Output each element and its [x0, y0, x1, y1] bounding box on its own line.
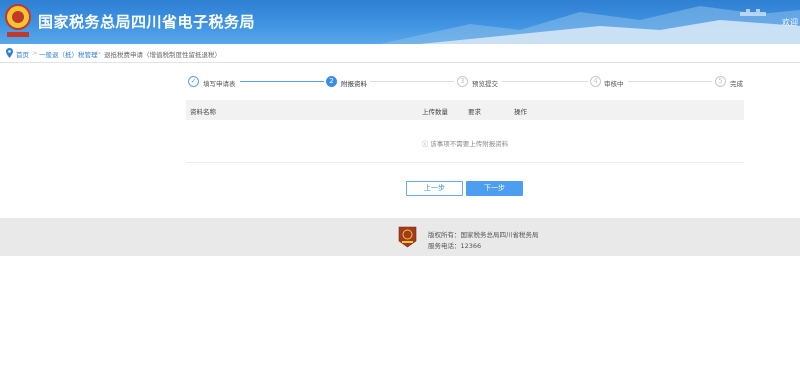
site-footer: 版权所有：国家税务总局四川省税务局 服务电话：12366 [0, 218, 800, 256]
step-connector [240, 81, 324, 82]
step-3-circle: 3 [457, 76, 468, 87]
info-icon: ⓘ [421, 140, 429, 148]
breadcrumb-separator: > [32, 49, 38, 57]
step-connector [628, 81, 712, 82]
step-connector [370, 81, 454, 82]
breadcrumb-separator: > [96, 49, 102, 57]
site-title: 国家税务总局四川省电子税务局 [38, 13, 256, 31]
step-1-label: 填写申请表 [203, 80, 236, 88]
empty-message: 该事项不需要上传附报资料 [430, 140, 509, 148]
step-5-circle: 5 [715, 76, 726, 87]
empty-message-row: ⓘ 该事项不需要上传附报资料 [186, 138, 744, 148]
footer-hotline: 服务电话：12366 [428, 242, 482, 250]
breadcrumb: 首页 > 一般退（抵）税管理 > 退抵税费申请（增值税制度性留抵退税） [0, 44, 800, 63]
progress-steps: ✓ 填写申请表 2 附报资料 3 预览提交 4 审核中 5 完成 [186, 76, 744, 90]
step-2-label: 附报资料 [341, 80, 367, 88]
next-step-button[interactable]: 下一步 [466, 181, 523, 196]
column-header-action: 操作 [514, 108, 527, 116]
column-header-requirement: 要求 [468, 108, 481, 116]
step-2-circle: 2 [326, 76, 337, 87]
step-4-circle: 4 [590, 76, 601, 87]
table-header: 资料名称 上传数量 要求 操作 [186, 100, 744, 120]
breadcrumb-refund-management[interactable]: 一般退（抵）税管理 [39, 49, 98, 59]
footer-copyright: 版权所有：国家税务总局四川省税务局 [428, 231, 539, 239]
column-header-name: 资料名称 [190, 108, 216, 116]
prev-step-button[interactable]: 上一步 [406, 181, 463, 196]
tax-bureau-logo-icon [398, 226, 417, 248]
tax-emblem-icon [5, 4, 31, 37]
step-3-label: 预览提交 [472, 80, 498, 88]
site-header: 国家税务总局四川省电子税务局 欢迎 [0, 0, 800, 44]
empty-state: ⓘ 该事项不需要上传附报资料 [186, 120, 744, 163]
breadcrumb-current: 退抵税费申请（增值税制度性留抵退税） [104, 51, 221, 59]
step-4-label: 审核中 [604, 80, 624, 88]
breadcrumb-home[interactable]: 首页 [16, 49, 29, 59]
column-header-upload-count: 上传数量 [422, 108, 448, 116]
step-5-label: 完成 [730, 80, 743, 88]
welcome-text: 欢迎 [782, 18, 798, 27]
attachments-table: 资料名称 上传数量 要求 操作 ⓘ 该事项不需要上传附报资料 [186, 100, 744, 163]
step-1-check-icon: ✓ [188, 76, 199, 87]
location-pin-icon [6, 48, 13, 58]
step-connector [502, 81, 588, 82]
